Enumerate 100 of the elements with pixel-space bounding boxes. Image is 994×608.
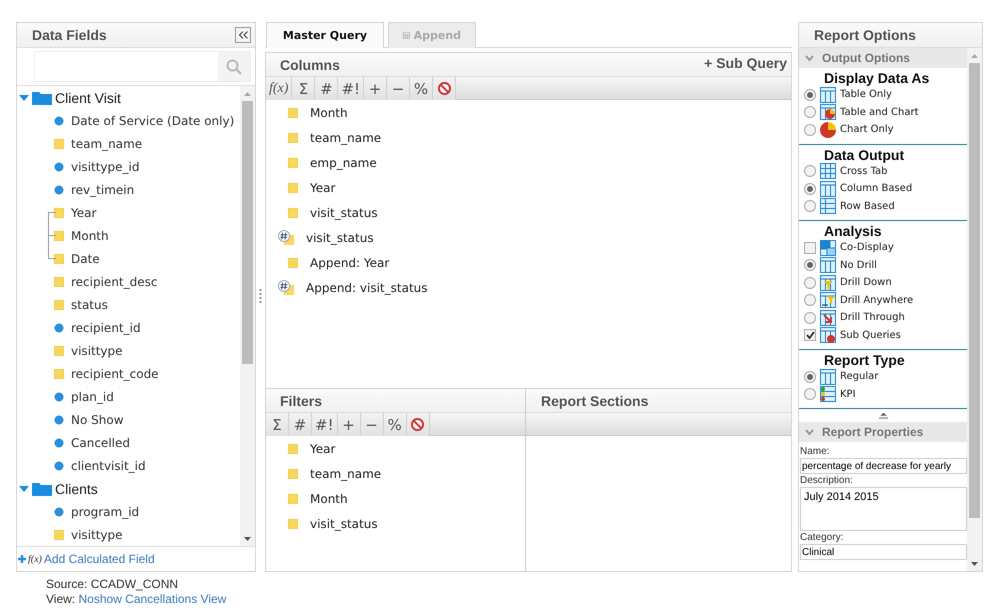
resize-grip-icon[interactable] xyxy=(259,289,262,303)
radio-button[interactable] xyxy=(804,200,816,212)
name-input[interactable]: percentage of decrease for yearly xyxy=(800,458,967,474)
radio-button[interactable] xyxy=(804,182,816,195)
radio-button[interactable] xyxy=(804,370,816,383)
scroll-down-arrow-icon[interactable] xyxy=(244,536,251,540)
collapse-button[interactable] xyxy=(235,27,251,43)
description-input[interactable]: July 2014 2015 xyxy=(800,487,967,531)
field-label[interactable]: visit_status xyxy=(310,516,378,530)
folder-label[interactable]: Clients xyxy=(55,480,98,496)
option-label: Co-Display xyxy=(840,242,894,254)
scroll-up-arrow-icon[interactable] xyxy=(244,92,251,96)
measure-dot-icon xyxy=(54,162,64,172)
sub-query-button[interactable]: + Sub Query xyxy=(704,54,787,74)
field-label[interactable]: recipient_desc xyxy=(71,274,158,288)
field-label[interactable]: visit_status xyxy=(306,230,374,244)
checkbox[interactable] xyxy=(804,329,816,342)
toolbar-tool[interactable]: # xyxy=(315,77,338,100)
measure-dot-icon xyxy=(54,506,64,516)
option-label: Row Based xyxy=(840,200,895,212)
splitter-handle-icon[interactable] xyxy=(878,413,888,419)
section-header[interactable]: Output Options xyxy=(799,48,967,68)
category-select[interactable]: Clinical xyxy=(800,544,967,560)
field-label[interactable]: visit_status xyxy=(310,206,378,220)
radio-button[interactable] xyxy=(804,276,816,289)
field-label[interactable]: Year xyxy=(310,442,336,456)
field-label[interactable]: Month xyxy=(310,106,348,120)
radio-button[interactable] xyxy=(804,88,816,101)
field-label[interactable]: Year xyxy=(71,206,96,220)
radio-button[interactable] xyxy=(804,312,816,324)
field-label[interactable]: Year xyxy=(310,180,336,194)
toolbar-tool[interactable]: #! xyxy=(312,413,338,436)
toolbar-tool[interactable]: Σ xyxy=(266,413,289,436)
field-label[interactable]: No Show xyxy=(71,412,124,426)
section-header[interactable]: Report Properties xyxy=(799,422,967,442)
view-link[interactable]: Noshow Cancellations View xyxy=(78,592,226,606)
query-tab[interactable]: Master Query xyxy=(266,22,384,48)
field-label[interactable]: visittype xyxy=(71,528,123,542)
field-label[interactable]: recipient_id xyxy=(71,320,141,334)
option-label: Drill Anywhere xyxy=(840,294,914,306)
no-entry-icon xyxy=(411,418,424,431)
table-icon xyxy=(820,86,836,103)
field-label[interactable]: emp_name xyxy=(310,156,377,170)
field-label[interactable]: Append: visit_status xyxy=(306,280,428,294)
remove-tool[interactable] xyxy=(406,413,430,436)
field-label: Description: xyxy=(800,474,854,487)
field-label[interactable]: plan_id xyxy=(71,390,114,404)
panel-title: Report Sections xyxy=(541,392,648,408)
scroll-down-arrow-icon[interactable] xyxy=(971,562,978,566)
field-label[interactable]: Month xyxy=(310,492,348,506)
source-text: Source: CCADW_CONN xyxy=(46,577,178,591)
field-label[interactable]: program_id xyxy=(71,504,140,518)
radio-button[interactable] xyxy=(804,294,816,306)
search-field[interactable] xyxy=(34,51,251,82)
toolbar-tool[interactable]: + xyxy=(338,413,361,436)
radio-button[interactable] xyxy=(804,388,816,400)
toolbar-tool[interactable]: Σ xyxy=(292,77,316,100)
radio-button[interactable] xyxy=(804,259,816,272)
table-icon xyxy=(820,368,836,385)
scroll-up-arrow-icon[interactable] xyxy=(971,54,978,58)
double-chevron-left-icon xyxy=(238,31,248,39)
field-label[interactable]: team_name xyxy=(310,130,382,144)
radio-button[interactable] xyxy=(804,165,816,178)
toolbar-tool[interactable]: − xyxy=(360,413,384,436)
field-label[interactable]: rev_timein xyxy=(71,182,134,196)
field-label[interactable]: Date xyxy=(71,252,100,266)
table-chart-icon xyxy=(820,104,836,120)
add-calculated-field-link[interactable]: f(x) Add Calculated Field xyxy=(18,552,155,566)
field-label[interactable]: team_name xyxy=(71,136,142,150)
group-title: Report Type xyxy=(823,353,906,368)
radio-button[interactable] xyxy=(804,106,816,118)
folder-icon xyxy=(32,90,52,104)
field-label[interactable]: visittype_id xyxy=(71,160,140,174)
remove-tool[interactable] xyxy=(433,77,456,100)
toolbar-tool[interactable]: + xyxy=(364,77,388,100)
field-label[interactable]: Append: Year xyxy=(310,256,390,270)
scrollbar[interactable] xyxy=(967,48,982,571)
function-tool[interactable]: f(x) xyxy=(266,77,292,100)
rows-icon xyxy=(820,198,836,214)
field-label[interactable]: recipient_code xyxy=(71,366,159,380)
radio-button[interactable] xyxy=(804,124,816,136)
field-label[interactable]: Month xyxy=(71,228,109,242)
field-label[interactable]: Date of Service (Date only) xyxy=(71,114,234,128)
checkbox[interactable] xyxy=(804,242,816,254)
folder-label[interactable]: Client Visit xyxy=(55,90,121,106)
funnel-icon xyxy=(820,274,836,291)
scrollbar[interactable] xyxy=(240,86,255,546)
field-label[interactable]: Cancelled xyxy=(71,436,130,450)
field-label[interactable]: clientvisit_id xyxy=(71,458,146,472)
toolbar-tool[interactable]: % xyxy=(410,77,434,100)
toolbar-tool[interactable]: # xyxy=(289,413,312,436)
option-label: Drill Through xyxy=(840,312,905,324)
toolbar-tool[interactable]: − xyxy=(387,77,410,100)
field-label[interactable]: status xyxy=(71,298,108,312)
field-label[interactable]: team_name xyxy=(310,466,382,480)
toolbar-tool[interactable]: % xyxy=(384,413,407,436)
field-label[interactable]: visittype xyxy=(71,344,123,358)
table-icon xyxy=(403,29,410,42)
toolbar-tool[interactable]: #! xyxy=(338,77,364,100)
group-title: Display Data As xyxy=(823,71,930,86)
